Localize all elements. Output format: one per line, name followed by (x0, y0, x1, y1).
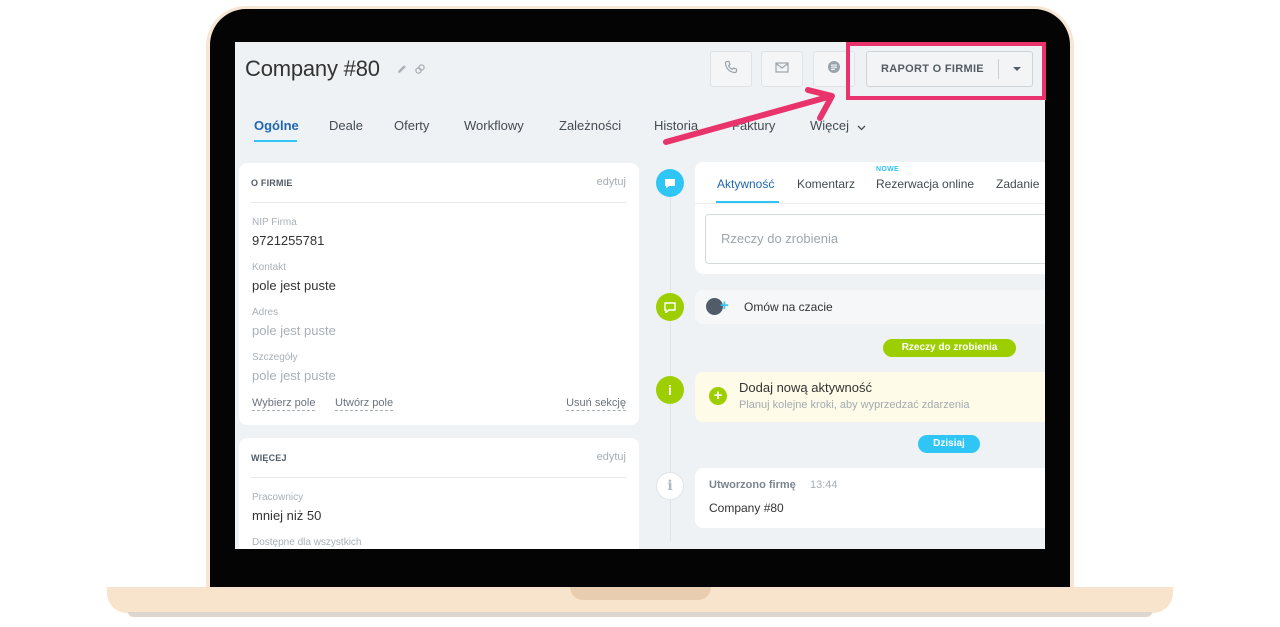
card-heading: O FIRMIE (251, 178, 293, 188)
active-tab-indicator (254, 140, 297, 142)
field-label: Pracownicy (252, 492, 304, 503)
highlight-box (846, 42, 1046, 100)
todo-input[interactable]: Rzeczy do zrobienia (705, 214, 1045, 264)
tab-general[interactable]: Ogólne (254, 118, 299, 133)
pointer-arrow-icon (663, 87, 835, 145)
new-badge: NOWE (876, 166, 899, 173)
laptop-base-shadow (128, 612, 1152, 617)
divider (695, 203, 1045, 204)
tab-offers[interactable]: Oferty (394, 118, 429, 133)
title-actions (396, 63, 426, 75)
event-time: 13:44 (810, 479, 838, 491)
info-icon: i (656, 376, 684, 404)
tab-workflows[interactable]: Workflowy (464, 118, 524, 133)
add-activity-title: Dodaj nową aktywność (739, 380, 872, 395)
plus-icon: + (720, 297, 729, 314)
field-label: Szczegóły (252, 352, 298, 363)
discuss-in-chat-row[interactable]: + Omów na czacie (695, 290, 1045, 324)
event-title: Utworzono firmę (709, 479, 796, 491)
create-field-link[interactable]: Utwórz pole (335, 397, 394, 411)
main-tabs: Ogólne Deale Oferty Workflowy Zależności… (235, 118, 1045, 144)
field-value: pole jest puste (252, 323, 336, 338)
add-activity-row[interactable]: + Dodaj nową aktywność Planuj kolejne kr… (695, 372, 1045, 422)
edit-link[interactable]: edytuj (597, 176, 626, 188)
chevron-down-icon (857, 119, 866, 134)
add-activity-subtitle: Planuj kolejne kroki, aby wyprzedzać zda… (739, 399, 970, 411)
page-title: Company #80 (245, 56, 380, 81)
activity-editor: Aktywność Komentarz NOWE Rezerwacja onli… (695, 162, 1045, 274)
field-value: 9721255781 (252, 233, 325, 248)
delete-section-link[interactable]: Usuń sekcję (566, 397, 626, 411)
pencil-icon[interactable] (396, 63, 408, 75)
field-label: NIP Firma (252, 217, 297, 228)
field-label: Dostępne dla wszystkich (252, 537, 362, 548)
laptop-notch (570, 587, 711, 600)
timeline-event-card: Utworzono firmę 13:44 Company #80 (695, 468, 1045, 528)
envelope-icon (775, 60, 789, 78)
email-button[interactable] (761, 51, 803, 87)
tab-deals[interactable]: Deale (329, 118, 363, 133)
editor-tab-task[interactable]: Zadanie (996, 177, 1039, 191)
call-button[interactable] (710, 51, 752, 87)
editor-tab-activity[interactable]: Aktywność (717, 177, 774, 191)
today-pill: Dzisiaj (918, 435, 980, 453)
editor-tab-comment[interactable]: Komentarz (797, 177, 855, 191)
chat-bubble-icon (656, 169, 684, 197)
info-icon: i (656, 472, 684, 500)
about-company-card: O FIRMIE edytuj NIP Firma 9721255781 Kon… (239, 163, 639, 425)
more-info-card: WIĘCEJ edytuj Pracownicy mniej niż 50 Do… (239, 438, 639, 549)
edit-link[interactable]: edytuj (597, 451, 626, 463)
comment-icon (656, 293, 684, 321)
discuss-in-chat-label: Omów na czacie (744, 300, 833, 314)
field-value: pole jest puste (252, 278, 336, 293)
field-label: Adres (252, 307, 279, 318)
todo-section-pill: Rzeczy do zrobienia (883, 339, 1016, 357)
phone-icon (724, 60, 738, 79)
divider (251, 477, 627, 478)
event-body[interactable]: Company #80 (709, 501, 784, 515)
crm-screen: Company #80 RAPORT O FIRMIE Ogólne Deale… (235, 42, 1045, 549)
field-value: pole jest puste (252, 368, 336, 383)
plus-circle-icon: + (709, 387, 727, 405)
field-label: Kontakt (252, 262, 286, 273)
tab-dependencies[interactable]: Zależności (559, 118, 621, 133)
field-value: mniej niż 50 (252, 508, 322, 523)
divider (251, 202, 627, 203)
link-icon[interactable] (414, 63, 426, 75)
select-field-link[interactable]: Wybierz pole (252, 397, 316, 411)
editor-tab-booking[interactable]: Rezerwacja online (876, 177, 974, 191)
card-heading: WIĘCEJ (251, 453, 287, 463)
document-icon (827, 60, 841, 79)
stage: Company #80 RAPORT O FIRMIE Ogólne Deale… (0, 0, 1280, 627)
